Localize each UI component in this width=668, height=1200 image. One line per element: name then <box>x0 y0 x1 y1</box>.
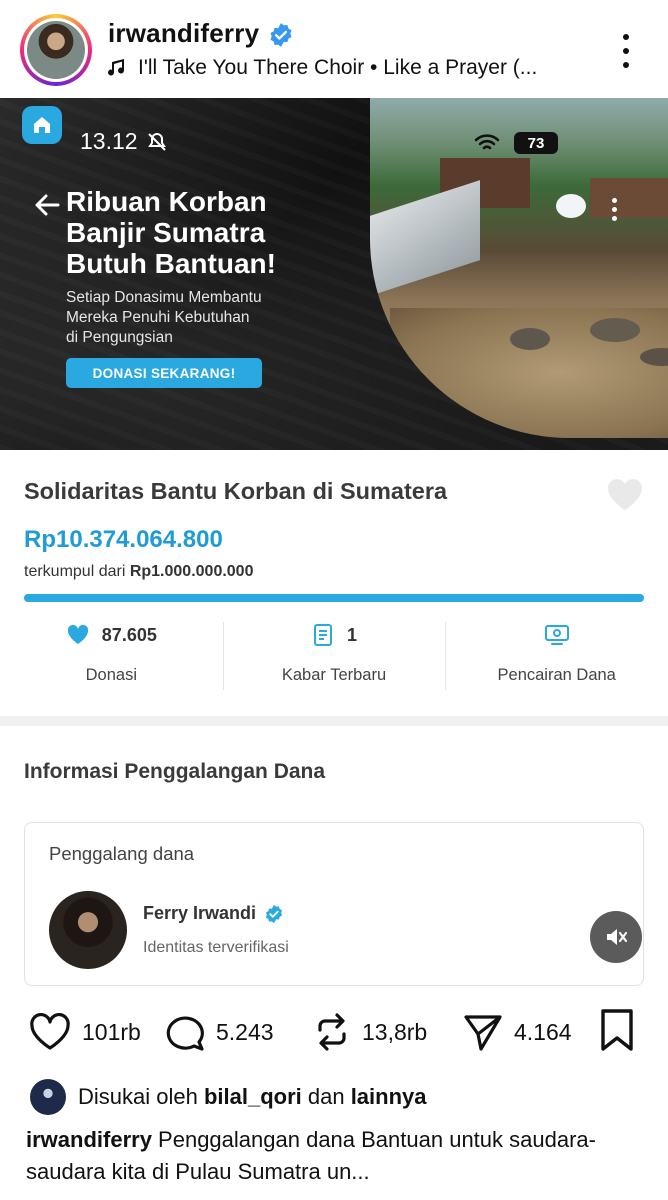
funding-progress-bar <box>24 594 644 602</box>
comment-button[interactable]: 5.243 <box>164 1006 274 1058</box>
campaign-banner[interactable]: 13.12 73 Ribuan Korban Banjir Sumatra Bu… <box>0 98 668 450</box>
organizer-verification-status: Identitas terverifikasi <box>143 939 289 956</box>
bookmark-icon[interactable] <box>598 1008 636 1052</box>
liked-by-row[interactable]: Disukai oleh bilal_qori dan lainnya <box>30 1078 427 1116</box>
fundraising-info-title: Informasi Penggalangan Dana <box>24 760 326 783</box>
banner-headline-line: Ribuan Korban <box>66 186 267 217</box>
campaign-stats: 87.605 Donasi 1 Kabar Terbaru Pencairan … <box>0 618 668 696</box>
organizer-avatar <box>49 891 127 969</box>
wifi-icon <box>474 134 500 150</box>
post-header: irwandiferry I'll Take You There Choir •… <box>0 0 668 98</box>
stat-news[interactable]: 1 Kabar Terbaru <box>222 618 446 696</box>
stat-withdrawal[interactable]: Pencairan Dana <box>445 618 668 696</box>
likes-count: 101rb <box>82 1018 141 1045</box>
organizer-name-row: Ferry Irwandi <box>143 903 284 924</box>
target-amount-text: terkumpul dari Rp1.000.000.000 <box>24 563 253 581</box>
music-track-label: I'll Take You There Choir • Like a Praye… <box>138 56 538 79</box>
status-icons: 73 <box>474 132 558 154</box>
avatar <box>27 21 85 79</box>
organizer-name: Ferry Irwandi <box>143 903 257 923</box>
banner-headline: Ribuan Korban Banjir Sumatra Butuh Bantu… <box>35 186 276 279</box>
target-prefix: terkumpul dari <box>24 563 130 580</box>
banner-headline-line: Butuh Bantuan! <box>66 248 276 279</box>
news-document-icon <box>314 624 332 646</box>
liker-username[interactable]: bilal_qori <box>204 1084 302 1109</box>
liked-by-text: Disukai oleh bilal_qori dan lainnya <box>78 1084 427 1110</box>
like-button[interactable]: 101rb <box>28 1006 141 1058</box>
verified-badge-icon <box>265 904 283 923</box>
section-divider <box>0 716 668 726</box>
donate-now-button[interactable]: DONASI SEKARANG! <box>66 358 262 388</box>
more-options-icon[interactable] <box>614 34 638 68</box>
banner-subtext-line: Mereka Penuhi Kebutuhan <box>66 309 250 326</box>
banner-subtext-line: di Pengungsian <box>66 329 173 346</box>
banner-subtext: Setiap Donasimu Membantu Mereka Penuhi K… <box>66 288 306 348</box>
liked-by-prefix: Disukai oleh <box>78 1084 204 1109</box>
comment-icon <box>166 1016 204 1051</box>
banner-more-icon <box>612 198 617 221</box>
music-track[interactable]: I'll Take You There Choir • Like a Praye… <box>108 56 537 80</box>
verified-badge-icon <box>270 23 292 47</box>
repost-button[interactable]: 13,8rb <box>312 1006 427 1058</box>
withdraw-label: Pencairan Dana <box>497 666 616 684</box>
withdraw-money-icon <box>544 625 569 645</box>
status-time: 13.12 <box>80 128 168 155</box>
stat-donations[interactable]: 87.605 Donasi <box>0 618 223 696</box>
post-username[interactable]: irwandiferry <box>108 18 259 49</box>
volume-muted-icon[interactable] <box>590 911 642 963</box>
organizer-card[interactable]: Penggalang dana Ferry Irwandi Identitas … <box>24 822 644 986</box>
liked-by-others[interactable]: lainnya <box>351 1084 427 1109</box>
donations-count: 87.605 <box>101 624 157 645</box>
funding-progress-fill <box>24 594 644 602</box>
post-caption[interactable]: irwandiferry Penggalangan dana Bantuan u… <box>26 1124 646 1188</box>
news-label: Kabar Terbaru <box>281 666 387 684</box>
post-actions: 101rb 5.243 13,8rb 4.164 <box>0 1006 668 1058</box>
profile-avatar-story-ring[interactable] <box>20 14 92 86</box>
home-badge-icon <box>22 106 62 144</box>
repost-icon <box>318 1013 346 1051</box>
liked-by-conjunction: dan <box>301 1084 351 1109</box>
mute-bell-icon <box>147 132 166 151</box>
news-count: 1 <box>347 624 358 645</box>
cloud-decoration <box>556 194 586 218</box>
music-note-icon <box>108 59 125 76</box>
like-icon <box>30 1013 70 1050</box>
organizer-label: Penggalang dana <box>49 843 195 864</box>
heart-outline-icon[interactable] <box>604 474 646 514</box>
liker-avatar <box>30 1079 66 1115</box>
comments-count: 5.243 <box>216 1018 274 1045</box>
banner-headline-line: Banjir Sumatra <box>66 217 266 248</box>
target-amount: Rp1.000.000.000 <box>129 563 254 580</box>
donations-label: Donasi <box>85 666 138 684</box>
reposts-count: 13,8rb <box>362 1018 428 1045</box>
share-icon <box>464 1015 502 1051</box>
collected-amount: Rp10.374.064.800 <box>24 526 223 553</box>
shares-count: 4.164 <box>514 1018 572 1045</box>
donation-heart-icon <box>67 624 88 644</box>
share-button[interactable]: 4.164 <box>462 1006 572 1058</box>
caption-username[interactable]: irwandiferry <box>26 1127 152 1152</box>
battery-indicator: 73 <box>514 132 558 154</box>
status-time-text: 13.12 <box>80 128 138 154</box>
campaign-title: Solidaritas Bantu Korban di Sumatera <box>24 478 448 504</box>
banner-subtext-line: Setiap Donasimu Membantu <box>66 289 262 306</box>
back-arrow-icon <box>35 194 60 216</box>
